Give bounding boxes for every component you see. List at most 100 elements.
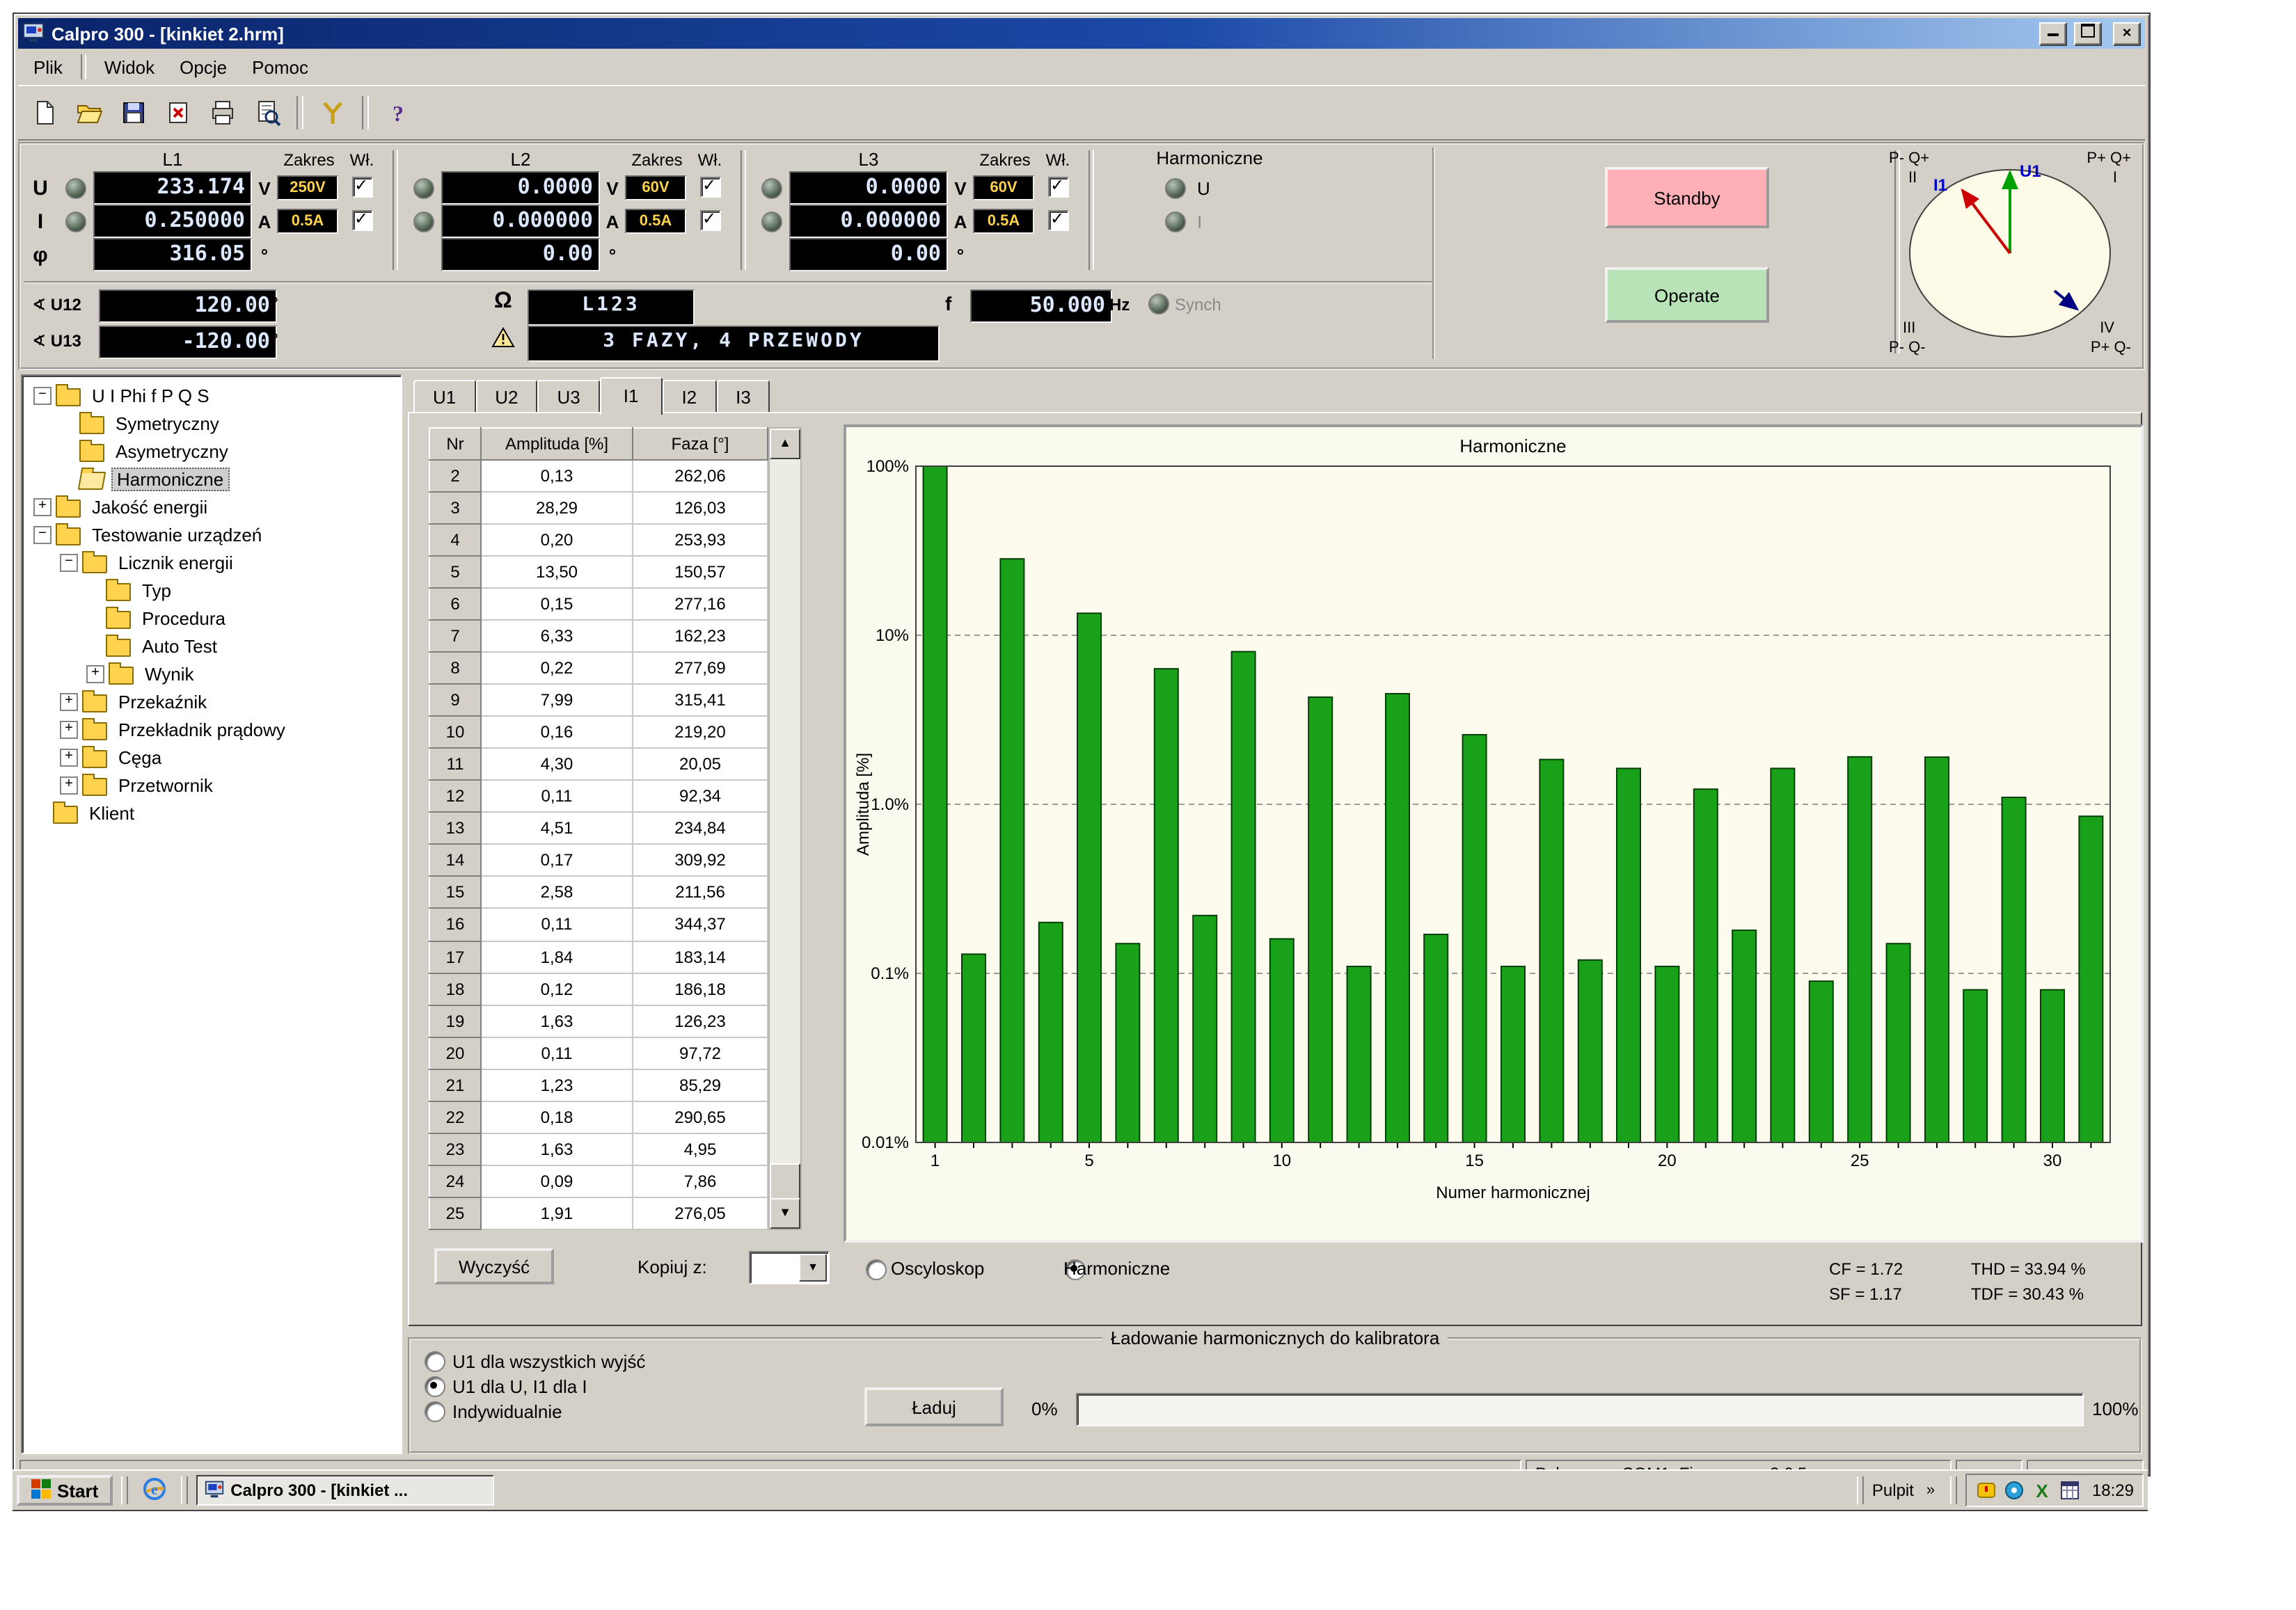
table-row[interactable]: 251,91276,05 xyxy=(429,1197,768,1230)
table-row[interactable]: 231,634,95 xyxy=(429,1133,768,1165)
expand-icon[interactable]: + xyxy=(60,748,78,766)
table-cell[interactable]: 162,23 xyxy=(633,620,768,652)
table-row[interactable]: 76,33162,23 xyxy=(429,620,768,652)
table-cell[interactable]: 0,11 xyxy=(481,781,633,813)
table-cell[interactable]: 262,06 xyxy=(633,460,768,492)
tree-item-jakość-energii[interactable]: +Jakość energii xyxy=(25,493,398,520)
expand-icon[interactable]: + xyxy=(86,664,104,683)
tree-label[interactable]: Asymetryczny xyxy=(111,440,232,461)
tab-u2[interactable]: U2 xyxy=(475,380,537,412)
table-cell[interactable]: 1,63 xyxy=(481,1005,633,1037)
table-row[interactable]: 152,58211,56 xyxy=(429,877,768,909)
scrollbar-thumb[interactable] xyxy=(770,1163,800,1199)
tree-label[interactable]: Wynik xyxy=(141,663,198,684)
table-cell[interactable]: 13,50 xyxy=(481,556,633,588)
table-cell[interactable]: 6,33 xyxy=(481,620,633,652)
table-cell[interactable]: 1,23 xyxy=(481,1069,633,1101)
tray-icon-1[interactable] xyxy=(1975,1479,1997,1501)
tree-label[interactable]: Symetryczny xyxy=(111,413,223,433)
table-cell[interactable]: 277,69 xyxy=(633,652,768,684)
operate-button[interactable]: Operate xyxy=(1605,267,1769,323)
help-button[interactable]: ? xyxy=(377,93,419,132)
close-button[interactable]: × xyxy=(2113,22,2141,45)
load-option-label-1[interactable]: U1 dla wszystkich wyjść xyxy=(452,1350,645,1371)
l2-i-enable-checkbox[interactable] xyxy=(699,211,720,232)
minimize-button[interactable] xyxy=(2039,22,2067,45)
l3-u-enable-checkbox[interactable] xyxy=(1047,177,1068,198)
tree-item-typ[interactable]: Typ xyxy=(25,576,398,604)
table-cell[interactable]: 0,09 xyxy=(481,1165,633,1197)
table-cell[interactable]: 0,20 xyxy=(481,524,633,556)
table-row[interactable]: 328,29126,03 xyxy=(429,492,768,524)
load-option-radio-1[interactable] xyxy=(425,1350,445,1371)
tree-label[interactable]: Licznik energii xyxy=(114,552,237,573)
table-cell[interactable]: 4,51 xyxy=(481,813,633,845)
tree-label[interactable]: Przekaźnik xyxy=(114,691,211,712)
table-cell[interactable]: 7,86 xyxy=(633,1165,768,1197)
table-cell[interactable]: 28,29 xyxy=(481,492,633,524)
load-option-radio-3[interactable] xyxy=(425,1401,445,1421)
table-row[interactable]: 97,99315,41 xyxy=(429,685,768,717)
tree-label[interactable]: Jakość energii xyxy=(88,496,212,517)
export-button[interactable] xyxy=(157,93,199,132)
l3-u-range[interactable]: 60V xyxy=(973,175,1034,200)
table-cell[interactable]: 1,84 xyxy=(481,941,633,973)
tab-u3[interactable]: U3 xyxy=(538,380,600,412)
table-cell[interactable]: 92,34 xyxy=(633,781,768,813)
tree-label[interactable]: Auto Test xyxy=(138,635,221,656)
preview-button[interactable] xyxy=(246,93,288,132)
l2-u-enable-checkbox[interactable] xyxy=(699,177,720,198)
tree-item-auto-test[interactable]: Auto Test xyxy=(25,632,398,660)
clear-button[interactable]: Wyczyść xyxy=(434,1248,554,1284)
table-row[interactable]: 60,15277,16 xyxy=(429,588,768,620)
tray-icon-2[interactable] xyxy=(2003,1479,2025,1501)
tree-item-testowanie-urządzeń[interactable]: −Testowanie urządzeń xyxy=(25,520,398,548)
open-button[interactable] xyxy=(68,93,110,132)
table-row[interactable]: 120,1192,34 xyxy=(429,781,768,813)
harmonics-radio-label[interactable]: Harmoniczne xyxy=(1063,1258,1170,1279)
tab-i3[interactable]: I3 xyxy=(716,380,770,412)
load-option-label-3[interactable]: Indywidualnie xyxy=(452,1401,562,1421)
chevron-button[interactable]: » xyxy=(1919,1476,1942,1504)
print-button[interactable] xyxy=(202,93,244,132)
collapse-icon[interactable]: − xyxy=(33,386,52,404)
table-row[interactable]: 160,11344,37 xyxy=(429,909,768,941)
tab-i1[interactable]: I1 xyxy=(600,377,663,415)
l1-u-enable-checkbox[interactable] xyxy=(351,177,372,198)
collapse-icon[interactable]: − xyxy=(33,525,52,543)
save-button[interactable] xyxy=(113,93,155,132)
table-cell[interactable]: 253,93 xyxy=(633,524,768,556)
tab-i2[interactable]: I2 xyxy=(662,380,716,412)
tree-label[interactable]: Harmoniczne xyxy=(111,467,229,491)
copy-from-combo[interactable]: ▼ xyxy=(749,1251,830,1284)
table-cell[interactable]: 0,13 xyxy=(481,460,633,492)
table-row[interactable]: 211,2385,29 xyxy=(429,1069,768,1101)
table-cell[interactable]: 0,16 xyxy=(481,717,633,749)
menu-item-opcje[interactable]: Opcje xyxy=(167,52,239,81)
table-row[interactable]: 200,1197,72 xyxy=(429,1037,768,1069)
table-cell[interactable]: 0,17 xyxy=(481,845,633,877)
menu-item-pomoc[interactable]: Pomoc xyxy=(239,52,321,81)
table-cell[interactable]: 183,14 xyxy=(633,941,768,973)
table-cell[interactable]: 126,23 xyxy=(633,1005,768,1037)
table-cell[interactable]: 344,37 xyxy=(633,909,768,941)
table-cell[interactable]: 0,22 xyxy=(481,652,633,684)
tree-item-symetryczny[interactable]: Symetryczny xyxy=(25,409,398,437)
table-cell[interactable]: 219,20 xyxy=(633,717,768,749)
tree-item-przetwornik[interactable]: +Przetwornik xyxy=(25,771,398,799)
l3-i-enable-checkbox[interactable] xyxy=(1047,211,1068,232)
load-option-label-2[interactable]: U1 dla U, I1 dla I xyxy=(452,1376,587,1396)
table-row[interactable]: 220,18290,65 xyxy=(429,1101,768,1133)
start-button[interactable]: Start xyxy=(17,1475,112,1506)
tree-label[interactable]: U I Phi f P Q S xyxy=(88,385,214,406)
table-row[interactable]: 40,20253,93 xyxy=(429,524,768,556)
table-cell[interactable]: 0,15 xyxy=(481,588,633,620)
table-cell[interactable]: 150,57 xyxy=(633,556,768,588)
table-row[interactable]: 134,51234,84 xyxy=(429,813,768,845)
tree-item-asymetryczny[interactable]: Asymetryczny xyxy=(25,437,398,465)
table-cell[interactable]: 20,05 xyxy=(633,749,768,781)
new-button[interactable] xyxy=(24,93,65,132)
tree-item-wynik[interactable]: + Wynik xyxy=(25,660,398,687)
oscilloscope-radio[interactable] xyxy=(866,1259,887,1280)
maximize-button[interactable] xyxy=(2074,22,2102,45)
